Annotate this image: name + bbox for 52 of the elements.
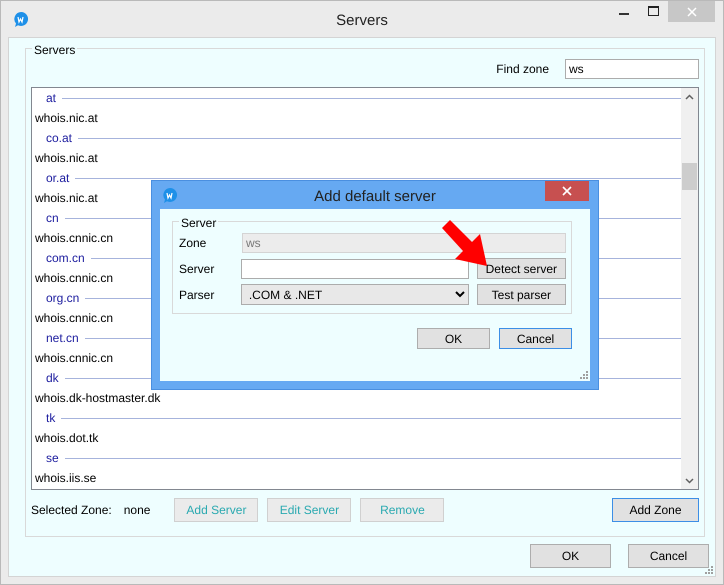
app-icon: [13, 10, 29, 28]
zone-header: net.cn: [46, 330, 79, 347]
dialog-button[interactable]: Test parser: [476, 284, 566, 305]
server-item[interactable]: whois.dot.tk: [35, 429, 98, 447]
close-icon: [562, 186, 572, 196]
find-zone-field[interactable]: ws: [565, 59, 699, 79]
field-label: Zone: [179, 234, 208, 252]
dialog-button[interactable]: Detect server: [476, 258, 566, 279]
dialog-button[interactable]: Cancel: [628, 544, 709, 568]
field-label: Server: [179, 260, 216, 278]
selected-zone-label: Selected Zone:: [31, 502, 112, 519]
server-item[interactable]: whois.cnnic.cn: [35, 269, 114, 287]
server-item[interactable]: whois.cnnic.cn: [35, 309, 114, 327]
dialog-button[interactable]: Cancel: [499, 328, 572, 349]
minimize-icon: [619, 13, 629, 15]
scrollbar[interactable]: [681, 88, 698, 489]
zone-header: co.at: [46, 130, 72, 147]
zone-header: at: [46, 90, 56, 107]
zone-header: or.at: [46, 170, 70, 187]
server-item[interactable]: whois.cnnic.cn: [35, 229, 114, 247]
window-title: Servers: [335, 11, 389, 31]
zone-header: dk: [46, 370, 59, 387]
server-item[interactable]: whois.nic.at: [35, 149, 98, 167]
zone-header: tk: [46, 410, 56, 427]
zone-header: com.cn: [46, 250, 85, 267]
parser-select[interactable]: .COM & .NET: [240, 284, 469, 305]
server-item[interactable]: whois.dk-hostmaster.dk: [35, 389, 160, 407]
server-item[interactable]: whois.iis.se: [35, 469, 96, 487]
close-icon: [686, 6, 696, 16]
scroll-thumb[interactable]: [682, 163, 697, 190]
field-label: Parser: [179, 286, 216, 304]
dialog-title: Add default server: [313, 187, 437, 207]
input-field[interactable]: [240, 258, 469, 278]
find-zone-label: Find zone: [496, 61, 549, 78]
dialog-button[interactable]: OK: [417, 328, 490, 349]
scroll-down-icon[interactable]: [685, 478, 694, 484]
maximize-icon: [648, 6, 658, 16]
dialog-button[interactable]: OK: [530, 544, 611, 568]
add-zone-button[interactable]: Add Zone: [612, 498, 699, 522]
close-button[interactable]: [545, 181, 589, 201]
zone-header: org.cn: [46, 290, 80, 307]
server-item[interactable]: whois.nic.at: [35, 189, 98, 207]
server-item[interactable]: whois.nic.at: [35, 109, 98, 127]
server-item[interactable]: whois.cnnic.cn: [35, 349, 114, 367]
app-icon: [162, 186, 178, 204]
input-field: ws: [242, 232, 566, 252]
zone-header: cn: [46, 210, 59, 227]
zone-header: se: [46, 450, 59, 467]
resize-grip-icon[interactable]: [580, 371, 588, 379]
selected-zone-value: none: [124, 502, 150, 519]
scroll-up-icon[interactable]: [685, 94, 694, 100]
resize-grip-icon[interactable]: [705, 566, 713, 574]
